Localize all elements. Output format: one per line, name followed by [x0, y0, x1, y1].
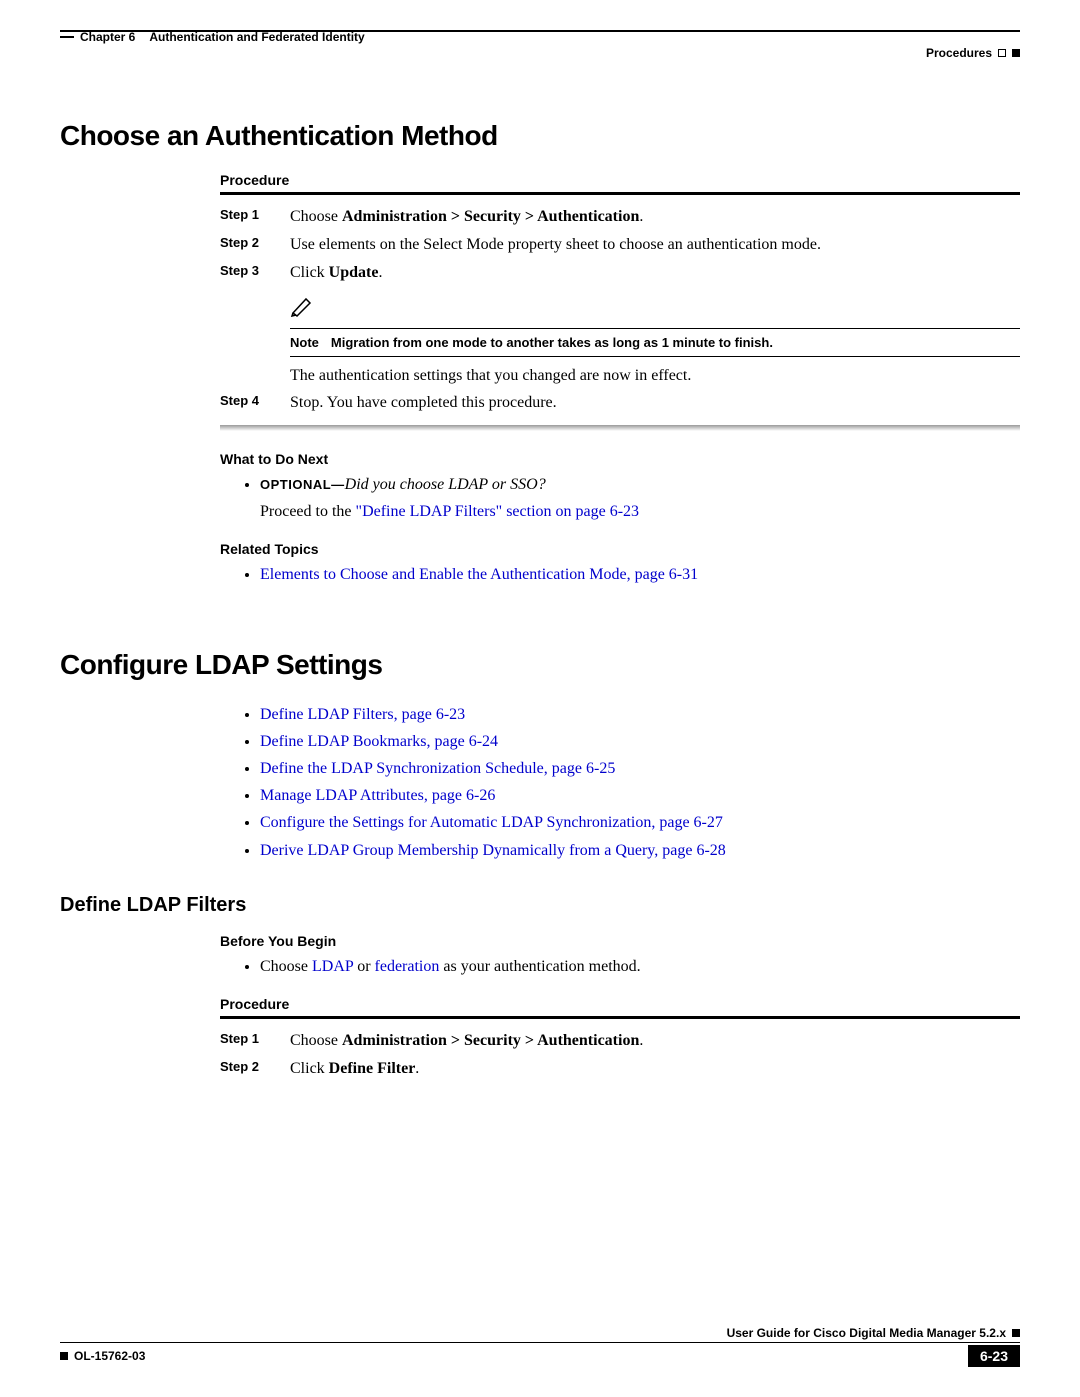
step-text: Use elements on the Select Mode property… — [290, 233, 1020, 257]
note-icon — [290, 295, 316, 322]
step-text: Click Define Filter. — [290, 1057, 1020, 1081]
divider — [220, 1016, 1020, 1019]
proceed-text: Proceed to the — [260, 503, 356, 520]
bulleted-list: Define LDAP Filters, page 6-23 Define LD… — [220, 701, 1020, 864]
section-title-configure-ldap: Configure LDAP Settings — [60, 649, 1020, 681]
link-derive-ldap-group[interactable]: Derive LDAP Group Membership Dynamically… — [260, 842, 726, 859]
note-text: Migration from one mode to another takes… — [331, 335, 773, 350]
list-item: Manage LDAP Attributes, page 6-26 — [260, 782, 1020, 809]
doc-id: OL-15762-03 — [74, 1349, 145, 1363]
step-label: Step 2 — [220, 1057, 290, 1081]
bulleted-list: OPTIONAL—Did you choose LDAP or SSO? Pro… — [220, 471, 1020, 525]
step-label: Step 1 — [220, 205, 290, 229]
list-item: Define the LDAP Synchronization Schedule… — [260, 755, 1020, 782]
list-item: Derive LDAP Group Membership Dynamically… — [260, 837, 1020, 864]
list-item: Configure the Settings for Automatic LDA… — [260, 809, 1020, 836]
link-ldap-sync-schedule[interactable]: Define the LDAP Synchronization Schedule… — [260, 760, 615, 777]
step-label: Step 4 — [220, 391, 290, 415]
page-footer: User Guide for Cisco Digital Media Manag… — [60, 1326, 1020, 1367]
bulleted-list: Choose LDAP or federation as your authen… — [220, 953, 1020, 980]
step-row: Step 1 Choose Administration > Security … — [220, 1029, 1020, 1053]
note-label: Note — [290, 335, 319, 350]
step-label: Step 1 — [220, 1029, 290, 1053]
optional-label: OPTIONAL— — [260, 477, 345, 492]
bulleted-list: Elements to Choose and Enable the Authen… — [220, 561, 1020, 588]
list-item: Define LDAP Bookmarks, page 6-24 — [260, 728, 1020, 755]
link-elements-auth-mode[interactable]: Elements to Choose and Enable the Authen… — [260, 566, 698, 583]
square-icon — [1012, 1329, 1020, 1337]
guide-title: User Guide for Cisco Digital Media Manag… — [727, 1326, 1006, 1340]
list-item: Elements to Choose and Enable the Authen… — [260, 561, 1020, 588]
step-row: Step 1 Choose Administration > Security … — [220, 205, 1020, 229]
step-text: Choose Administration > Security > Authe… — [290, 205, 1020, 229]
page-header: Chapter 6 Authentication and Federated I… — [60, 30, 1020, 60]
square-icon — [998, 49, 1006, 57]
square-icon — [1012, 49, 1020, 57]
before-you-begin-heading: Before You Begin — [220, 933, 1020, 949]
procedure-heading: Procedure — [220, 996, 1020, 1012]
step-text: Click Update. — [290, 261, 1020, 285]
link-auto-ldap-sync[interactable]: Configure the Settings for Automatic LDA… — [260, 814, 723, 831]
link-define-ldap-filters[interactable]: "Define LDAP Filters" section on page 6-… — [356, 503, 640, 520]
section-title-auth-method: Choose an Authentication Method — [60, 120, 1020, 152]
related-topics-heading: Related Topics — [220, 541, 1020, 557]
list-item: Choose LDAP or federation as your authen… — [260, 953, 1020, 980]
step-text: Choose Administration > Security > Authe… — [290, 1029, 1020, 1053]
list-item: OPTIONAL—Did you choose LDAP or SSO? Pro… — [260, 471, 1020, 525]
square-icon — [60, 1352, 68, 1360]
step-label: Step 3 — [220, 261, 290, 285]
chapter-label: Chapter 6 — [80, 30, 135, 44]
body-text: The authentication settings that you cha… — [290, 367, 1020, 385]
link-define-ldap-filters-page[interactable]: Define LDAP Filters, page 6-23 — [260, 706, 465, 723]
link-ldap-term[interactable]: LDAP — [312, 958, 353, 975]
header-rule-icon — [60, 36, 74, 38]
note-block: Note Migration from one mode to another … — [290, 295, 1020, 357]
step-label: Step 2 — [220, 233, 290, 257]
chapter-title: Authentication and Federated Identity — [149, 30, 364, 44]
link-define-ldap-bookmarks[interactable]: Define LDAP Bookmarks, page 6-24 — [260, 733, 498, 750]
what-to-do-next-heading: What to Do Next — [220, 451, 1020, 467]
subsection-define-ldap-filters: Define LDAP Filters — [60, 894, 1020, 917]
page-number: 6-23 — [968, 1345, 1020, 1367]
link-manage-ldap-attributes[interactable]: Manage LDAP Attributes, page 6-26 — [260, 787, 495, 804]
step-row: Step 2 Click Define Filter. — [220, 1057, 1020, 1081]
divider — [220, 192, 1020, 195]
divider-fade — [220, 425, 1020, 431]
step-row: Step 2 Use elements on the Select Mode p… — [220, 233, 1020, 257]
procedure-heading: Procedure — [220, 172, 1020, 188]
optional-question: Did you choose LDAP or SSO? — [345, 476, 546, 493]
step-text: Stop. You have completed this procedure. — [290, 391, 1020, 415]
step-row: Step 4 Stop. You have completed this pro… — [220, 391, 1020, 415]
link-federation-term[interactable]: federation — [375, 958, 440, 975]
breadcrumb: Procedures — [926, 46, 992, 60]
list-item: Define LDAP Filters, page 6-23 — [260, 701, 1020, 728]
step-row: Step 3 Click Update. — [220, 261, 1020, 285]
